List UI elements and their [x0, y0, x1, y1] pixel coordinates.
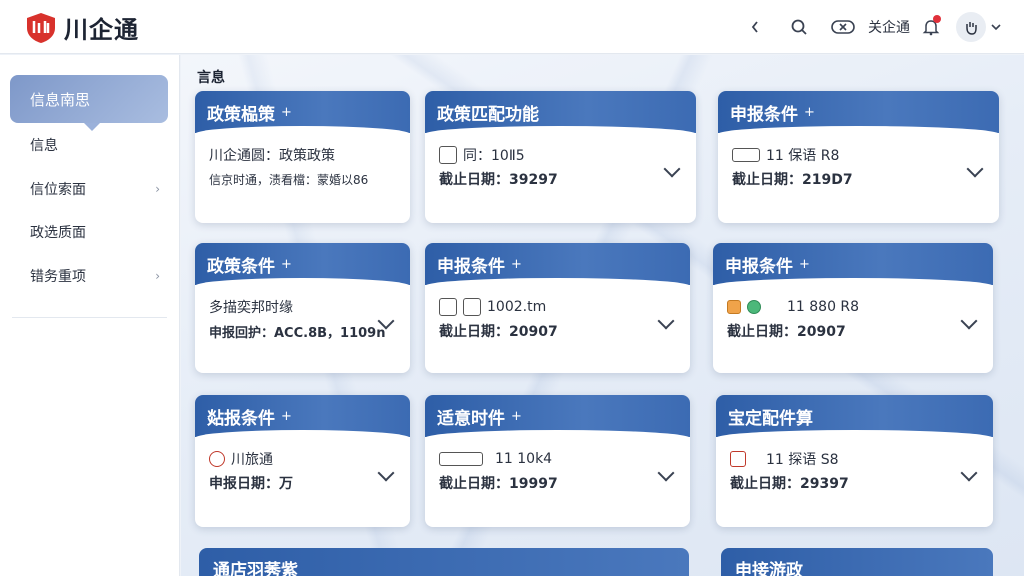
building-icon: [439, 146, 457, 164]
badge-icon: [727, 300, 741, 314]
card-title: 煔报条件 +: [195, 395, 410, 438]
card-line: 川旅通: [231, 452, 273, 468]
status-icon: [747, 300, 761, 314]
card-deadline: 截止日期：20907: [727, 324, 846, 340]
card-line: 11 保语 R8: [766, 148, 840, 164]
sidebar-item-4[interactable]: 错务重项 ›: [30, 264, 160, 288]
chevron-down-icon[interactable]: [986, 12, 1006, 42]
document-icon: [732, 148, 760, 162]
sidebar-item-label: 错务重项: [30, 269, 86, 285]
policy-card[interactable]: 煔报条件 + 川旅通 申报日期：万: [195, 395, 410, 527]
document-icon: [439, 452, 483, 466]
card-title: 适意时件 +: [425, 395, 690, 438]
close-circle-icon[interactable]: [828, 12, 858, 42]
card-line: 11 880 R8: [787, 299, 860, 315]
card-title-partial[interactable]: 申接游政: [721, 548, 993, 576]
app-name: 川企通: [64, 16, 139, 44]
card-title-partial[interactable]: 通店羽莠紫: [199, 548, 689, 576]
sidebar-item-label: 信位索面: [30, 182, 86, 198]
card-line: 多描奕邦时缘: [209, 300, 293, 316]
sidebar-item-2[interactable]: 信位索面 ›: [30, 177, 160, 201]
search-icon[interactable]: [784, 12, 814, 42]
chevron-right-icon: ›: [155, 182, 160, 196]
action-link[interactable]: 关企通: [868, 17, 910, 37]
card-title: 宝定配件算: [716, 395, 993, 438]
card-line: 1002.tm: [487, 299, 547, 315]
sidebar: 信息南思 信息 信位索面 › 政选质面 错务重项 ›: [0, 55, 180, 576]
avatar-icon[interactable]: [956, 12, 986, 42]
sidebar-item-label: 信息: [30, 138, 58, 154]
card-deadline: 申报日期：万: [209, 476, 293, 492]
card-title: 申报条件 +: [425, 243, 690, 286]
section-title: 言息: [197, 70, 225, 86]
card-deadline: 截止日期：29397: [730, 476, 849, 492]
chevron-left-icon[interactable]: [740, 12, 770, 42]
policy-card[interactable]: 申报条件 + 1002.tm 截止日期：20907: [425, 243, 690, 373]
app-logo[interactable]: 川企通: [24, 10, 139, 45]
list-icon: [439, 298, 457, 316]
card-line: 11 10k4: [495, 451, 553, 467]
card-line: 信京时通，渍看檔：蒙婚以86: [209, 172, 369, 187]
card-line: 同：10Ⅱ5: [463, 148, 525, 164]
card-deadline: 截止日期：219D7: [732, 172, 853, 188]
policy-card[interactable]: 政策条件 + 多描奕邦时缘 申报回护：ACC.8B，1109n: [195, 243, 410, 373]
card-title: 申报条件 +: [713, 243, 993, 286]
sidebar-item-1[interactable]: 信息: [30, 133, 160, 157]
card-line: 11 探语 S8: [766, 452, 839, 468]
notification-dot: [933, 15, 941, 23]
logo-icon: [209, 451, 225, 467]
card-title: 政策榀策 +: [195, 91, 410, 134]
sidebar-item-3[interactable]: 政选质面: [30, 220, 160, 244]
sidebar-item-label: 政选质面: [30, 225, 86, 241]
main-content: 言息 政策榀策 + 川企通圆：政策政策 信京时通，渍看檔：蒙婚以86 政策匹配功能…: [181, 55, 1024, 576]
policy-card[interactable]: 宝定配件算 11 探语 S8 截止日期：29397: [716, 395, 993, 527]
policy-card[interactable]: 政策榀策 + 川企通圆：政策政策 信京时通，渍看檔：蒙婚以86: [195, 91, 410, 223]
card-title: 申报条件 +: [718, 91, 999, 134]
bell-icon[interactable]: [916, 12, 946, 42]
policy-card[interactable]: 适意时件 + 11 10k4 截止日期：19997: [425, 395, 690, 527]
shield-logo-icon: [27, 12, 55, 43]
policy-card[interactable]: 政策匹配功能 同：10Ⅱ5 截止日期：39297: [425, 91, 696, 223]
sidebar-item-active[interactable]: 信息南思: [10, 75, 168, 131]
policy-card[interactable]: 申报条件 + 11 保语 R8 截止日期：219D7: [718, 91, 999, 223]
chevron-right-icon: ›: [155, 269, 160, 283]
card-deadline: 截止日期：39297: [439, 172, 558, 188]
card-deadline: 截止日期：20907: [439, 324, 558, 340]
card-deadline: 截止日期：19997: [439, 476, 558, 492]
card-line: 川企通圆：政策政策: [209, 148, 335, 164]
edit-icon: [463, 298, 481, 316]
stamp-icon: [730, 451, 746, 467]
card-title: 政策条件 +: [195, 243, 410, 286]
sidebar-divider: [12, 317, 167, 318]
top-bar: 川企通 关企通: [0, 0, 1024, 54]
card-deadline: 申报回护：ACC.8B，1109n: [209, 325, 386, 341]
card-title: 政策匹配功能: [425, 91, 696, 134]
policy-card[interactable]: 申报条件 + 11 880 R8 截止日期：20907: [713, 243, 993, 373]
